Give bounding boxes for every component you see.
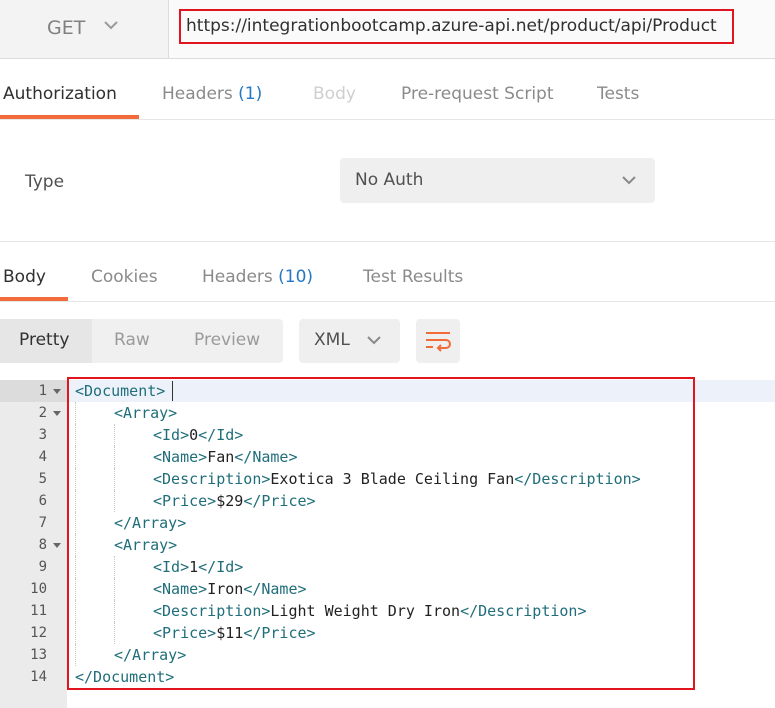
- tab-body[interactable]: Body: [313, 84, 356, 104]
- line-number: 5: [38, 471, 47, 487]
- line-number: 4: [38, 449, 47, 465]
- chevron-down-icon: [367, 336, 381, 345]
- tab-count: (10): [278, 267, 314, 287]
- chevron-down-icon: [622, 176, 636, 185]
- tab-label: Authorization: [3, 84, 117, 104]
- tab-cookies[interactable]: Cookies: [91, 267, 158, 287]
- line-number: 1: [38, 383, 47, 399]
- tab-test-results[interactable]: Test Results: [363, 267, 463, 287]
- format-select[interactable]: XML: [299, 319, 400, 363]
- format-value: XML: [314, 330, 350, 350]
- fold-toggle-icon[interactable]: [53, 411, 61, 416]
- tab-headers[interactable]: Headers (1): [162, 84, 262, 104]
- line-number: 13: [30, 647, 47, 663]
- tab-label: Test Results: [363, 267, 464, 287]
- response-highlight-box: [67, 377, 695, 690]
- view-preview-button[interactable]: Preview: [194, 330, 260, 350]
- line-number: 12: [30, 625, 47, 641]
- auth-type-value: No Auth: [355, 170, 424, 190]
- tab-authorization[interactable]: Authorization: [3, 84, 117, 104]
- tab-count: (1): [238, 84, 263, 104]
- auth-type-label: Type: [25, 172, 65, 192]
- tab-pre-request-script[interactable]: Pre-request Script: [401, 84, 554, 104]
- tab-label: Cookies: [91, 267, 158, 287]
- wrap-lines-button[interactable]: [416, 319, 460, 363]
- line-number: 14: [30, 669, 47, 685]
- auth-type-select[interactable]: No Auth: [340, 158, 655, 203]
- view-raw-button[interactable]: Raw: [114, 330, 150, 350]
- divider: [0, 241, 775, 242]
- tab-label: Headers: [162, 84, 233, 104]
- fold-toggle-icon[interactable]: [53, 389, 61, 394]
- view-pretty-button[interactable]: Pretty: [19, 330, 69, 350]
- line-number: 8: [38, 537, 47, 553]
- tab-response-body[interactable]: Body: [3, 267, 46, 287]
- line-number: 11: [30, 603, 47, 619]
- fold-toggle-icon[interactable]: [53, 543, 61, 548]
- line-number: 10: [30, 581, 47, 597]
- tab-label: Tests: [597, 84, 640, 104]
- line-number: 3: [38, 427, 47, 443]
- tab-label: Body: [313, 84, 356, 104]
- divider: [0, 119, 775, 120]
- chevron-down-icon: [104, 21, 118, 30]
- tab-tests[interactable]: Tests: [597, 84, 639, 104]
- url-highlight-box: [179, 9, 734, 44]
- tab-label: Headers: [202, 267, 273, 287]
- word-wrap-icon: [426, 332, 451, 352]
- line-number: 9: [38, 559, 47, 575]
- line-number: 2: [38, 405, 47, 421]
- divider: [0, 301, 775, 302]
- view-mode-group: Pretty Raw Preview: [0, 319, 283, 363]
- tab-label: Body: [3, 267, 46, 287]
- line-number: 7: [38, 515, 47, 531]
- method-label: GET: [47, 17, 86, 39]
- line-number: 6: [38, 493, 47, 509]
- tab-response-headers[interactable]: Headers (10): [202, 267, 313, 287]
- request-bar: GET https://integrationbootcamp.azure-ap…: [0, 0, 775, 59]
- method-select[interactable]: GET: [0, 0, 169, 58]
- tab-label: Pre-request Script: [401, 84, 554, 104]
